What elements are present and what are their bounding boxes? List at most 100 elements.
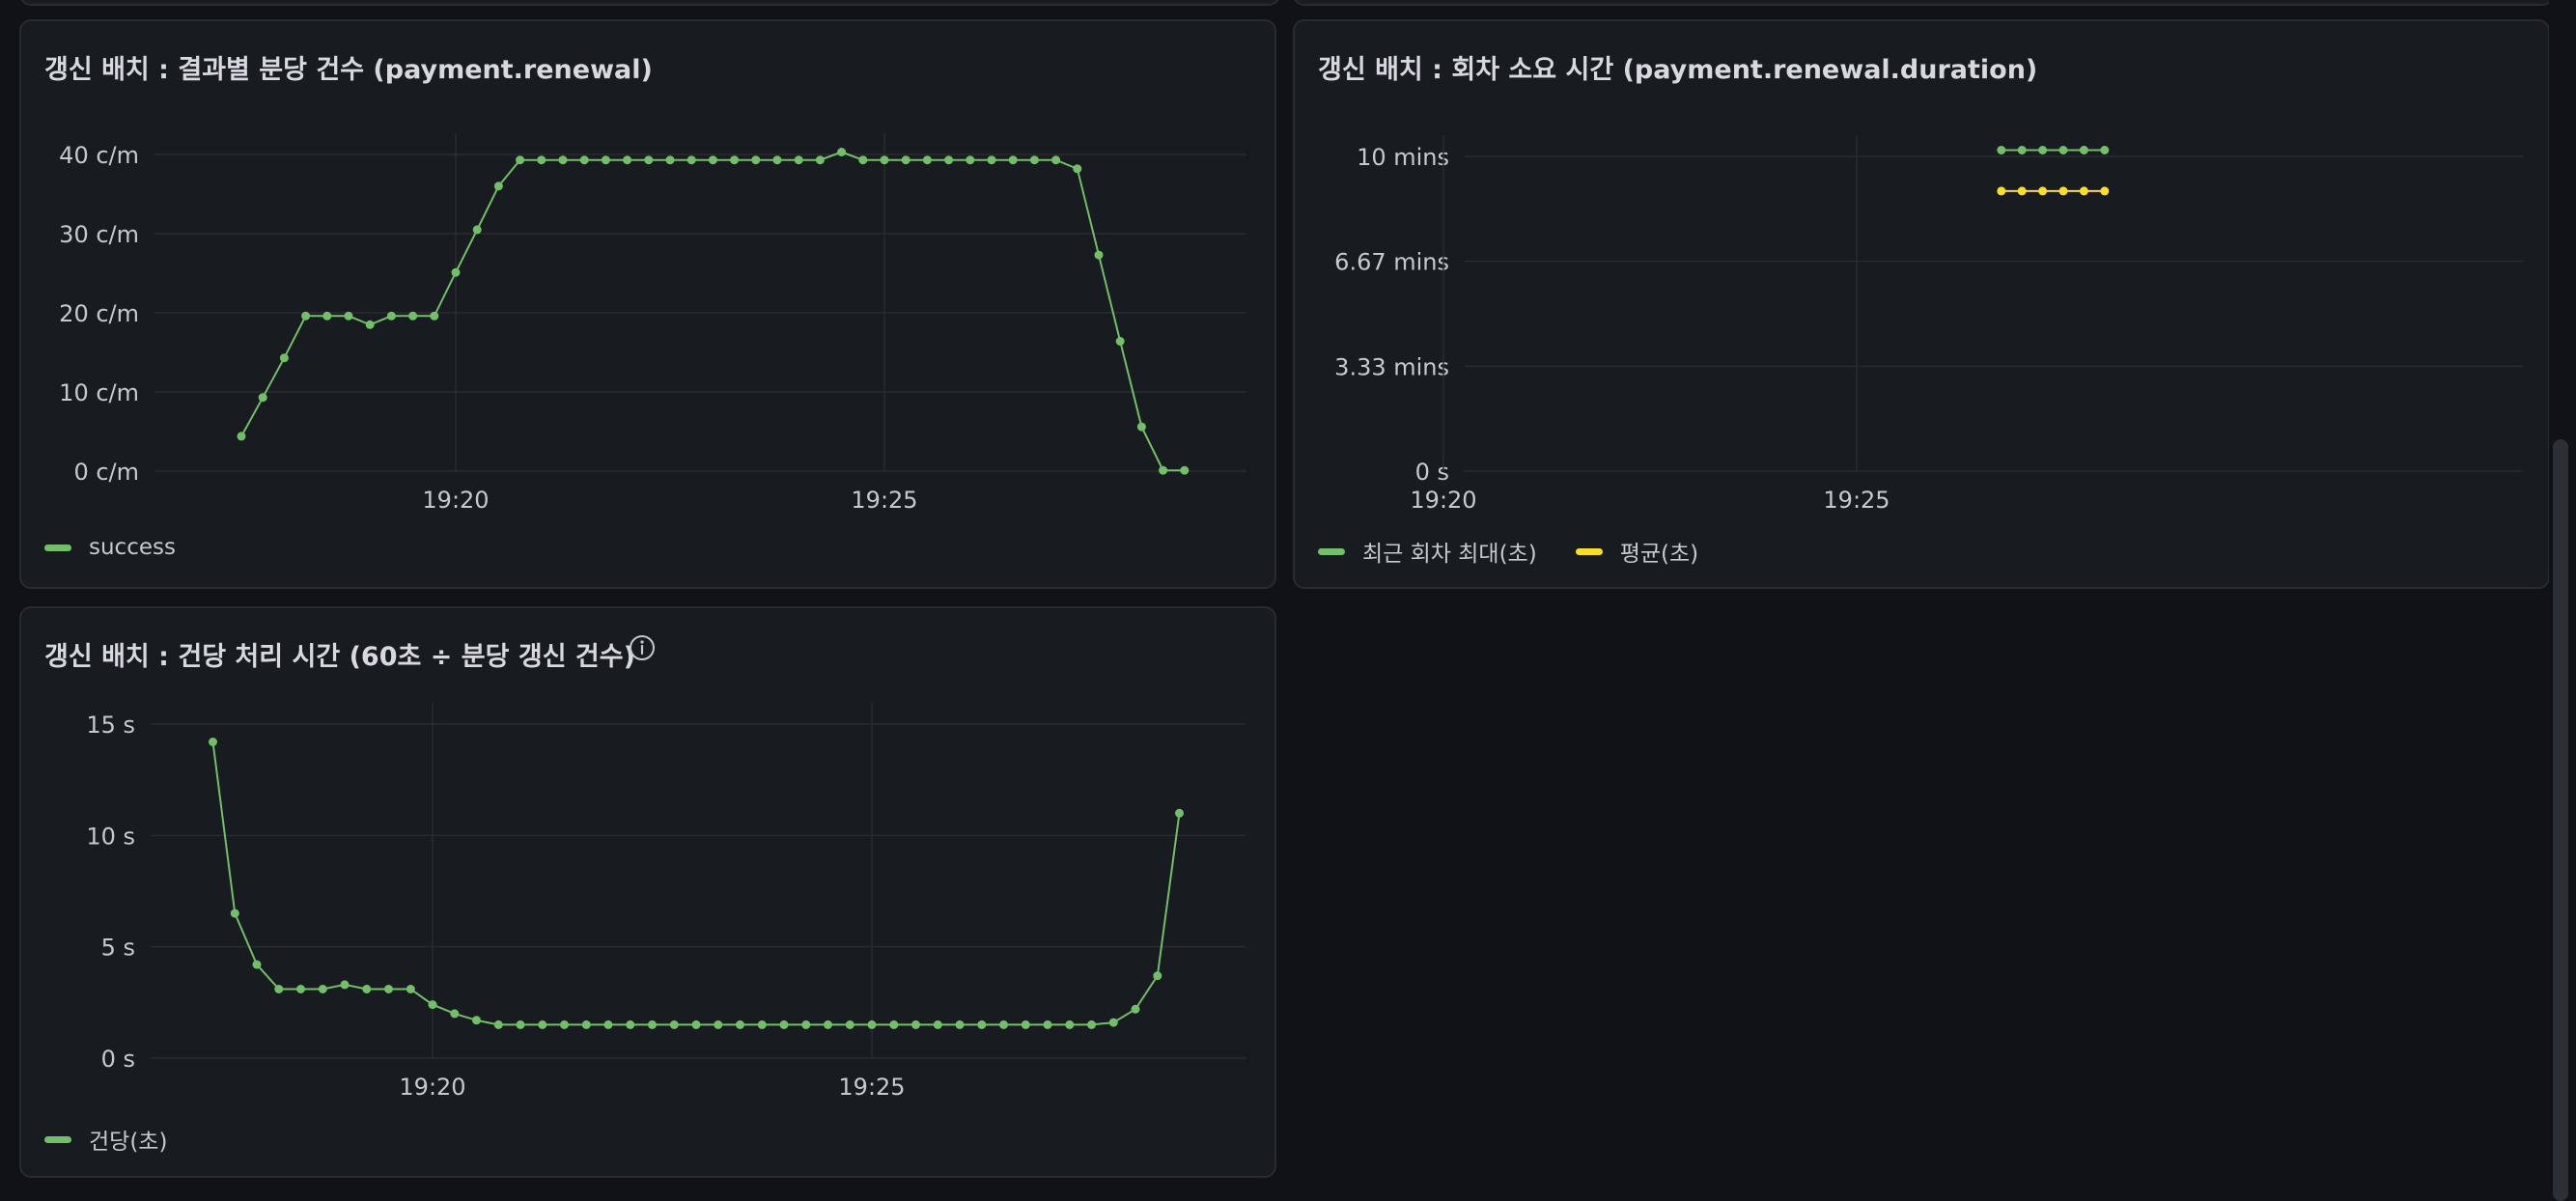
data-point: [2038, 146, 2048, 154]
data-point: [779, 1019, 789, 1029]
data-point: [665, 155, 675, 165]
x-tick-label: 19:25: [851, 487, 917, 514]
data-point: [1108, 1018, 1118, 1027]
legend-item[interactable]: 최근 회차 최대(초): [1318, 535, 1537, 568]
data-point: [751, 155, 761, 165]
legend: 최근 회차 최대(초) 평균(초): [1318, 535, 1698, 568]
data-point: [1997, 146, 2006, 154]
data-point: [880, 155, 889, 165]
data-point: [1153, 971, 1162, 981]
data-point: [1065, 1019, 1075, 1029]
data-point: [644, 155, 654, 165]
data-point: [824, 1019, 832, 1029]
data-point: [966, 155, 975, 165]
legend-swatch: [1318, 547, 1345, 555]
data-point: [472, 1016, 481, 1025]
data-point: [428, 1000, 437, 1010]
data-point: [922, 155, 932, 165]
data-point: [1094, 250, 1104, 260]
x-tick-label: 19:20: [1410, 487, 1476, 514]
data-point: [901, 155, 910, 165]
data-point: [579, 155, 589, 165]
data-point: [340, 980, 350, 990]
legend-item[interactable]: 건당(초): [44, 1123, 167, 1156]
data-point: [493, 1019, 503, 1029]
legend-label: 최근 회차 최대(초): [1362, 542, 1537, 567]
data-point: [815, 155, 825, 165]
data-point: [845, 1019, 854, 1029]
legend-item[interactable]: 평균(초): [1575, 535, 1699, 568]
data-point: [858, 155, 868, 165]
chart-renewal-duration[interactable]: 0 s3.33 mins6.67 mins10 mins19:20 19:25: [1295, 21, 2552, 591]
y-tick-label: 20 c/m: [59, 300, 139, 327]
legend: success: [44, 535, 176, 560]
y-tick-label: 10 c/m: [59, 379, 139, 406]
data-point: [933, 1019, 942, 1029]
chart-per-item-time[interactable]: 0 s 5 s 10 s 15 s 19:20 19:25: [21, 608, 1278, 1180]
data-point: [430, 311, 439, 321]
data-point: [987, 155, 996, 165]
y-tick-label: 15 s: [86, 712, 135, 739]
data-point: [1175, 808, 1184, 818]
legend-item[interactable]: success: [44, 535, 176, 560]
data-point: [601, 155, 610, 165]
data-point: [772, 155, 782, 165]
data-point: [274, 985, 284, 993]
y-tick-label: 0 c/m: [73, 459, 139, 486]
data-point: [2100, 146, 2110, 154]
data-point: [648, 1019, 657, 1029]
data-point: [230, 908, 239, 918]
data-point: [2100, 186, 2110, 196]
data-point: [279, 353, 289, 363]
panel-above-edge: [1293, 0, 2554, 6]
data-point: [1159, 465, 1168, 475]
data-point: [209, 738, 217, 746]
data-point: [867, 1019, 877, 1029]
data-point: [708, 155, 717, 165]
data-point: [537, 155, 546, 165]
data-point: [318, 985, 327, 993]
data-point: [516, 155, 525, 165]
data-point: [1115, 337, 1125, 346]
scrollbar[interactable]: [2549, 0, 2572, 1201]
panel-renewal-duration[interactable]: 갱신 배치 : 회차 소요 시간 (payment.renewal.durati…: [1293, 19, 2550, 589]
data-point: [365, 320, 375, 329]
data-point: [362, 985, 372, 993]
y-tick-label: 6.67 mins: [1334, 249, 1449, 276]
legend-label: success: [89, 535, 176, 560]
data-point: [344, 311, 353, 321]
data-point: [999, 1019, 1008, 1029]
data-point: [2058, 186, 2068, 196]
data-point: [757, 1019, 767, 1029]
x-tick-label: 19:25: [838, 1074, 905, 1101]
series-line: [240, 151, 1185, 472]
data-point: [560, 1019, 569, 1029]
data-point: [2017, 186, 2027, 196]
data-point: [1136, 422, 1146, 432]
data-point: [538, 1019, 547, 1029]
data-point: [451, 267, 461, 277]
y-tick-label: 3.33 mins: [1334, 353, 1449, 380]
x-tick-label: 19:25: [1823, 487, 1890, 514]
legend-label: 평균(초): [1619, 542, 1699, 567]
data-point: [258, 393, 267, 403]
chart-renewal-count[interactable]: 0 c/m 10 c/m 20 c/m 30 c/m 40 c/m 19:20 19:25: [21, 21, 1278, 591]
data-point: [252, 960, 262, 969]
data-point: [1051, 155, 1061, 165]
x-tick-label: 19:20: [399, 1074, 465, 1101]
data-point: [450, 1009, 460, 1019]
panel-renewal-count[interactable]: 갱신 배치 : 결과별 분당 건수 (payment.renewal) 0 c/…: [19, 19, 1276, 589]
data-point: [944, 155, 954, 165]
legend-label: 건당(초): [89, 1130, 168, 1155]
scrollbar-thumb[interactable]: [2553, 439, 2568, 1201]
data-point: [1043, 1019, 1052, 1029]
data-point: [581, 1019, 591, 1029]
data-point: [691, 1019, 701, 1029]
panel-per-item-time[interactable]: 갱신 배치 : 건당 처리 시간 (60초 ÷ 분당 갱신 건수) 0 s5 s…: [19, 606, 1276, 1178]
data-point: [889, 1019, 899, 1029]
legend-swatch: [44, 544, 71, 551]
legend: 건당(초): [44, 1123, 167, 1156]
data-point: [406, 985, 415, 993]
data-point: [2017, 146, 2027, 154]
data-point: [669, 1019, 679, 1029]
